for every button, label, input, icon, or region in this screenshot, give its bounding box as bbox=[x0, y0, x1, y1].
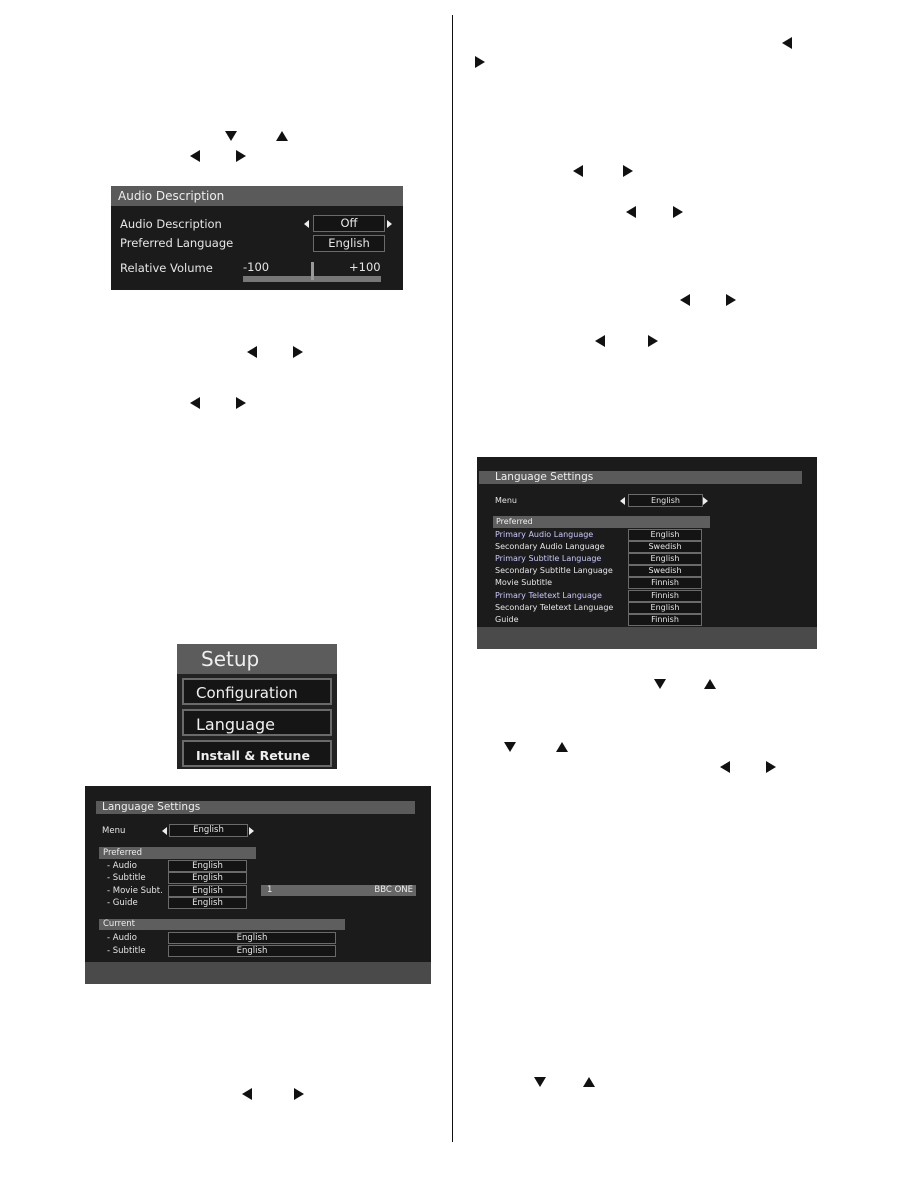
right-arrow-icon bbox=[475, 56, 485, 68]
language-row-label: Secondary Subtitle Language bbox=[495, 566, 613, 575]
language-row-value[interactable]: Swedish bbox=[628, 565, 702, 577]
left-arrow-icon bbox=[680, 294, 690, 306]
screen-title: Language Settings bbox=[96, 801, 415, 814]
preferred-subtitle-label: - Subtitle bbox=[107, 873, 146, 883]
setup-title: Setup bbox=[177, 644, 337, 674]
language-row-label: Movie Subtitle bbox=[495, 578, 553, 587]
setup-menu-screenshot: Setup Configuration Language Install & R… bbox=[177, 644, 337, 769]
preferred-audio-label: - Audio bbox=[107, 861, 137, 871]
language-settings-advanced-screenshot: Language Settings Menu English Preferred… bbox=[477, 457, 817, 649]
relative-volume-label: Relative Volume bbox=[120, 261, 213, 275]
right-arrow-icon bbox=[249, 827, 254, 835]
down-arrow-icon bbox=[504, 742, 516, 752]
channel-number: 1 bbox=[267, 885, 273, 895]
right-arrow-icon bbox=[623, 165, 633, 177]
preferred-language-value[interactable]: English bbox=[313, 235, 385, 252]
left-arrow-icon bbox=[304, 220, 309, 228]
right-arrow-icon bbox=[703, 497, 708, 505]
screen-footer-bar bbox=[85, 962, 431, 984]
language-row-label: Secondary Audio Language bbox=[495, 542, 605, 551]
volume-min-label: -100 bbox=[243, 260, 270, 274]
preferred-subtitle-value[interactable]: English bbox=[168, 872, 247, 884]
preferred-movie-subtitle-value[interactable]: English bbox=[168, 885, 247, 897]
language-row-value[interactable]: Finnish bbox=[628, 577, 702, 589]
left-arrow-icon bbox=[782, 37, 792, 49]
screen-title: Audio Description bbox=[111, 186, 403, 206]
preferred-section-header: Preferred bbox=[99, 847, 256, 859]
language-row-label: Secondary Teletext Language bbox=[495, 603, 614, 612]
current-section-header: Current bbox=[99, 919, 345, 930]
left-arrow-icon bbox=[620, 497, 625, 505]
language-row-label: Primary Audio Language bbox=[495, 530, 594, 539]
menu-language-value[interactable]: English bbox=[169, 824, 248, 837]
channel-info-bar: 1 BBC ONE bbox=[261, 885, 416, 896]
preferred-guide-value[interactable]: English bbox=[168, 897, 247, 909]
audio-description-value[interactable]: Off bbox=[313, 215, 385, 232]
menu-language-value[interactable]: English bbox=[628, 494, 703, 507]
preferred-section-header: Preferred bbox=[493, 516, 710, 528]
down-arrow-icon bbox=[534, 1077, 546, 1087]
left-arrow-icon bbox=[190, 397, 200, 409]
down-arrow-icon bbox=[654, 679, 666, 689]
up-arrow-icon bbox=[583, 1077, 595, 1087]
right-arrow-icon bbox=[726, 294, 736, 306]
setup-item-configuration[interactable]: Configuration bbox=[182, 678, 332, 705]
right-arrow-icon bbox=[673, 206, 683, 218]
menu-label: Menu bbox=[102, 826, 126, 836]
right-arrow-icon bbox=[648, 335, 658, 347]
language-settings-simple-screenshot: Language Settings Menu English Preferred… bbox=[85, 786, 431, 984]
screen-footer-bar bbox=[477, 627, 817, 649]
current-audio-value: English bbox=[168, 932, 336, 944]
volume-max-label: +100 bbox=[349, 260, 381, 274]
left-arrow-icon bbox=[242, 1088, 252, 1100]
relative-volume-slider-handle[interactable] bbox=[311, 262, 314, 280]
right-arrow-icon bbox=[236, 150, 246, 162]
language-row-value[interactable]: English bbox=[628, 553, 702, 565]
right-arrow-icon bbox=[293, 346, 303, 358]
current-audio-label: - Audio bbox=[107, 933, 137, 943]
language-row-value[interactable]: Finnish bbox=[628, 590, 702, 602]
left-arrow-icon bbox=[626, 206, 636, 218]
language-row-value[interactable]: English bbox=[628, 602, 702, 614]
left-arrow-icon bbox=[190, 150, 200, 162]
left-arrow-icon bbox=[720, 761, 730, 773]
left-arrow-icon bbox=[595, 335, 605, 347]
column-divider bbox=[452, 15, 453, 1142]
channel-name: BBC ONE bbox=[374, 885, 413, 895]
right-arrow-icon bbox=[236, 397, 246, 409]
left-arrow-icon bbox=[573, 165, 583, 177]
left-arrow-icon bbox=[162, 827, 167, 835]
right-arrow-icon bbox=[766, 761, 776, 773]
preferred-guide-label: - Guide bbox=[107, 898, 138, 908]
setup-item-language[interactable]: Language bbox=[182, 709, 332, 736]
up-arrow-icon bbox=[556, 742, 568, 752]
preferred-language-label: Preferred Language bbox=[120, 236, 234, 250]
audio-description-label: Audio Description bbox=[120, 217, 222, 231]
left-arrow-icon bbox=[247, 346, 257, 358]
preferred-audio-value[interactable]: English bbox=[168, 860, 247, 872]
audio-description-screenshot: Audio Description Audio Description Off … bbox=[111, 186, 403, 290]
current-subtitle-value: English bbox=[168, 945, 336, 957]
current-subtitle-label: - Subtitle bbox=[107, 946, 146, 956]
language-row-value[interactable]: Swedish bbox=[628, 541, 702, 553]
screen-title: Language Settings bbox=[479, 471, 802, 484]
preferred-movie-subtitle-label: - Movie Subt. bbox=[107, 886, 163, 896]
language-row-value[interactable]: English bbox=[628, 529, 702, 541]
up-arrow-icon bbox=[704, 679, 716, 689]
menu-label: Menu bbox=[495, 496, 517, 505]
up-arrow-icon bbox=[276, 131, 288, 141]
right-arrow-icon bbox=[294, 1088, 304, 1100]
setup-item-install-retune[interactable]: Install & Retune bbox=[182, 740, 332, 767]
down-arrow-icon bbox=[225, 131, 237, 141]
language-row-label: Primary Teletext Language bbox=[495, 591, 602, 600]
language-row-label: Primary Subtitle Language bbox=[495, 554, 602, 563]
language-row-value[interactable]: Finnish bbox=[628, 614, 702, 626]
right-arrow-icon bbox=[387, 220, 392, 228]
language-row-label: Guide bbox=[495, 615, 519, 624]
